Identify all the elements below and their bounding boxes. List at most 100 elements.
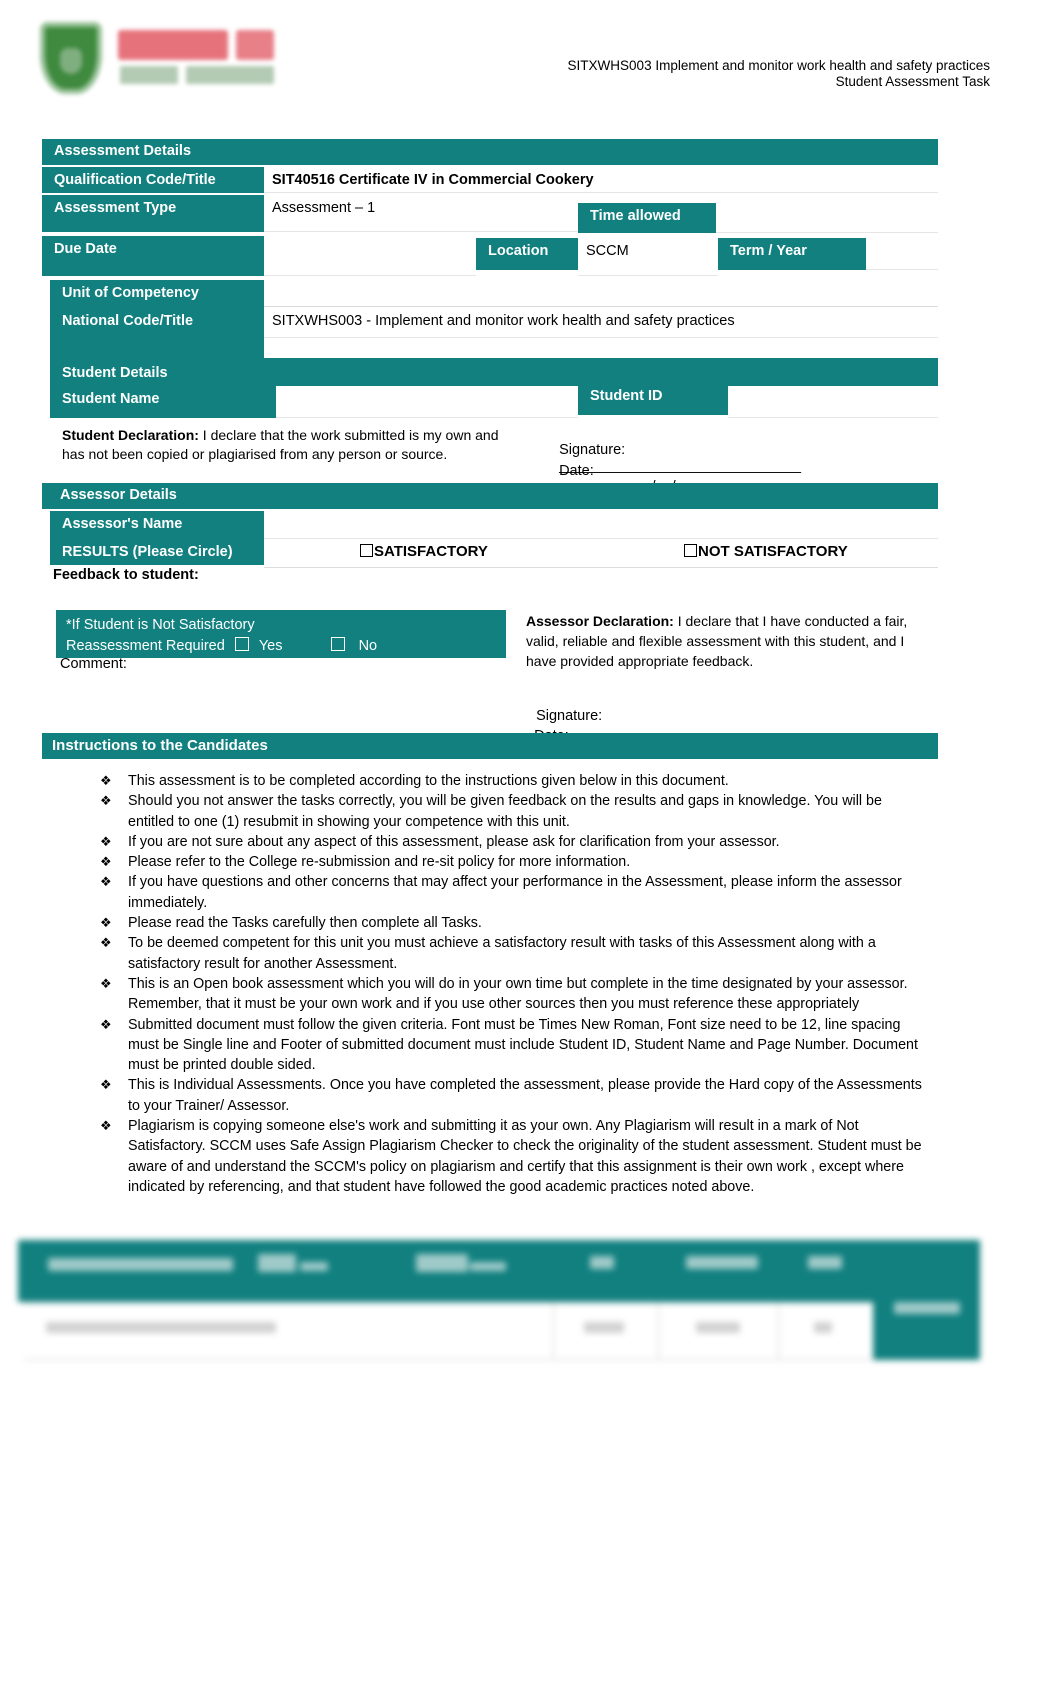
footer-row2-text-4 <box>814 1322 832 1333</box>
due-date-label: Due Date <box>42 236 264 276</box>
due-date-value[interactable] <box>264 246 476 276</box>
time-allowed-value[interactable] <box>716 203 938 233</box>
assessor-declaration: Assessor Declaration: I declare that I h… <box>526 611 938 671</box>
national-code-title-label: National Code/Title <box>50 308 264 362</box>
instruction-item: ❖ To be deemed competent for this unit yo… <box>50 933 930 974</box>
instruction-item: ❖ Please read the Tasks carefully then co… <box>50 913 930 933</box>
instruction-text: This assessment is to be completed accor… <box>128 773 729 789</box>
unit-of-competency-label: Unit of Competency <box>50 280 264 309</box>
bullet-diamond-icon: ❖ <box>100 1016 112 1032</box>
header-unit-line: SITXWHS003 Implement and monitor work he… <box>567 58 990 73</box>
instruction-text: Please refer to the College re-submissio… <box>128 854 631 871</box>
instruction-text: To be deemed competent for this unit you… <box>128 935 876 972</box>
footer-text-block-7 <box>686 1256 758 1269</box>
footer-divider-top <box>24 1302 873 1303</box>
student-declaration: Student Declaration: I declare that the … <box>62 426 522 464</box>
instruction-item: ❖ This is Individual Assessments. Once yo… <box>50 1075 930 1116</box>
comment-input[interactable] <box>56 676 506 732</box>
satisfactory-label: SATISFACTORY <box>374 543 488 560</box>
instruction-item: ❖ Should you not answer the tasks correct… <box>50 791 930 832</box>
reassessment-box: *If Student is Not Satisfactory Reassess… <box>56 610 506 658</box>
bullet-diamond-icon: ❖ <box>100 1118 112 1134</box>
feedback-to-student-input[interactable] <box>42 586 938 610</box>
student-id-label: Student ID <box>578 383 728 415</box>
comment-label: Comment: <box>60 656 127 672</box>
reassessment-required-label: Reassessment Required <box>66 638 225 654</box>
student-details-banner-fill <box>264 358 938 386</box>
national-code-title-value[interactable]: SITXWHS003 - Implement and monitor work … <box>264 308 938 338</box>
not-satisfactory-label: NOT SATISFACTORY <box>698 543 848 560</box>
instructions-list: ❖ This assessment is to be completed acco… <box>42 765 938 1207</box>
satisfactory-checkbox[interactable] <box>360 544 373 557</box>
document-footer <box>18 1232 980 1360</box>
assessment-details-banner: Assessment Details <box>42 139 938 165</box>
footer-divider-v2 <box>658 1302 659 1360</box>
footer-text-block-2 <box>258 1254 296 1272</box>
reassessment-yes-label: Yes <box>258 638 283 654</box>
result-option-not-satisfactory[interactable]: NOT SATISFACTORY <box>684 543 848 560</box>
footer-row2-text-2 <box>584 1322 624 1333</box>
assessment-details-banner-label: Assessment Details <box>54 143 192 159</box>
unit-of-competency-spacer <box>264 276 938 307</box>
reassessment-no-checkbox[interactable] <box>330 637 345 651</box>
bullet-diamond-icon: ❖ <box>100 833 112 849</box>
footer-divider-v3 <box>778 1302 779 1360</box>
instruction-item: ❖ If you are not sure about any aspect of… <box>50 832 930 852</box>
qualification-value[interactable]: SIT40516 Certificate IV in Commercial Co… <box>264 167 938 193</box>
shield-icon <box>40 22 102 94</box>
instruction-text: This is an Open book assessment which yo… <box>128 975 908 1013</box>
bullet-diamond-icon: ❖ <box>100 935 112 951</box>
location-label: Location <box>476 238 578 270</box>
instruction-text: If you are not sure about any aspect of … <box>128 833 780 850</box>
header-doc-line: Student Assessment Task <box>835 74 990 89</box>
instruction-item: ❖ This is an Open book assessment which y… <box>50 974 930 1015</box>
term-year-value[interactable] <box>866 238 938 270</box>
student-id-value[interactable] <box>728 390 938 418</box>
bullet-diamond-icon: ❖ <box>100 793 112 809</box>
bullet-diamond-icon: ❖ <box>100 854 112 870</box>
feedback-to-student-label: Feedback to student: <box>53 567 199 583</box>
assessor-details-banner-label: Assessor Details <box>60 487 177 503</box>
student-date-label: Date: <box>559 463 594 479</box>
footer-text-block-5 <box>470 1262 506 1271</box>
instruction-item: ❖ If you have questions and other concern… <box>50 872 930 913</box>
instruction-text: Plagiarism is copying someone else's wor… <box>128 1118 922 1195</box>
reassessment-required-row: Reassessment Required Yes No <box>66 636 506 657</box>
reassessment-note: *If Student is Not Satisfactory <box>66 617 255 633</box>
location-value[interactable]: SCCM <box>578 238 718 276</box>
footer-divider-bottom <box>24 1359 873 1360</box>
logo-subtext-left <box>120 66 178 84</box>
reassessment-yes-checkbox[interactable] <box>234 637 249 651</box>
logo-wordmark-primary <box>118 30 228 60</box>
instruction-item: ❖ Please refer to the College re-submissi… <box>50 852 930 872</box>
assessor-name-value[interactable] <box>264 509 938 539</box>
instructions-banner: Instructions to the Candidates <box>42 733 938 759</box>
instruction-text: If you have questions and other concerns… <box>128 874 902 911</box>
term-year-label: Term / Year <box>718 238 866 270</box>
time-allowed-label: Time allowed <box>578 203 716 233</box>
bullet-diamond-icon: ❖ <box>100 874 112 890</box>
assessment-type-label: Assessment Type <box>42 195 264 232</box>
result-option-satisfactory[interactable]: SATISFACTORY <box>360 543 488 560</box>
header-title-block: SITXWHS003 Implement and monitor work he… <box>420 58 990 90</box>
qualification-label: Qualification Code/Title <box>42 167 264 193</box>
instruction-item: ❖ This assessment is to be completed acco… <box>50 771 930 791</box>
bullet-diamond-icon: ❖ <box>100 1077 112 1093</box>
footer-text-block-1 <box>48 1258 233 1271</box>
student-name-value[interactable] <box>276 390 578 418</box>
instruction-text: Submitted document must follow the given… <box>128 1016 918 1074</box>
student-declaration-label: Student Declaration: <box>62 427 199 443</box>
college-logo <box>36 14 276 106</box>
footer-text-block-8 <box>808 1256 842 1269</box>
bullet-diamond-icon: ❖ <box>100 773 112 788</box>
footer-page-number <box>894 1302 960 1314</box>
instruction-text: This is Individual Assessments. Once you… <box>128 1077 922 1114</box>
not-satisfactory-checkbox[interactable] <box>684 544 697 557</box>
page-header: SITXWHS003 Implement and monitor work he… <box>0 0 1062 118</box>
logo-subtext-right <box>186 66 274 84</box>
assessor-details-banner: Assessor Details <box>42 483 938 509</box>
reassessment-no-label: No <box>358 638 378 654</box>
assessment-type-value[interactable]: Assessment – 1 <box>264 195 578 232</box>
assessor-name-label: Assessor's Name <box>50 511 264 539</box>
student-name-label: Student Name <box>50 386 276 418</box>
